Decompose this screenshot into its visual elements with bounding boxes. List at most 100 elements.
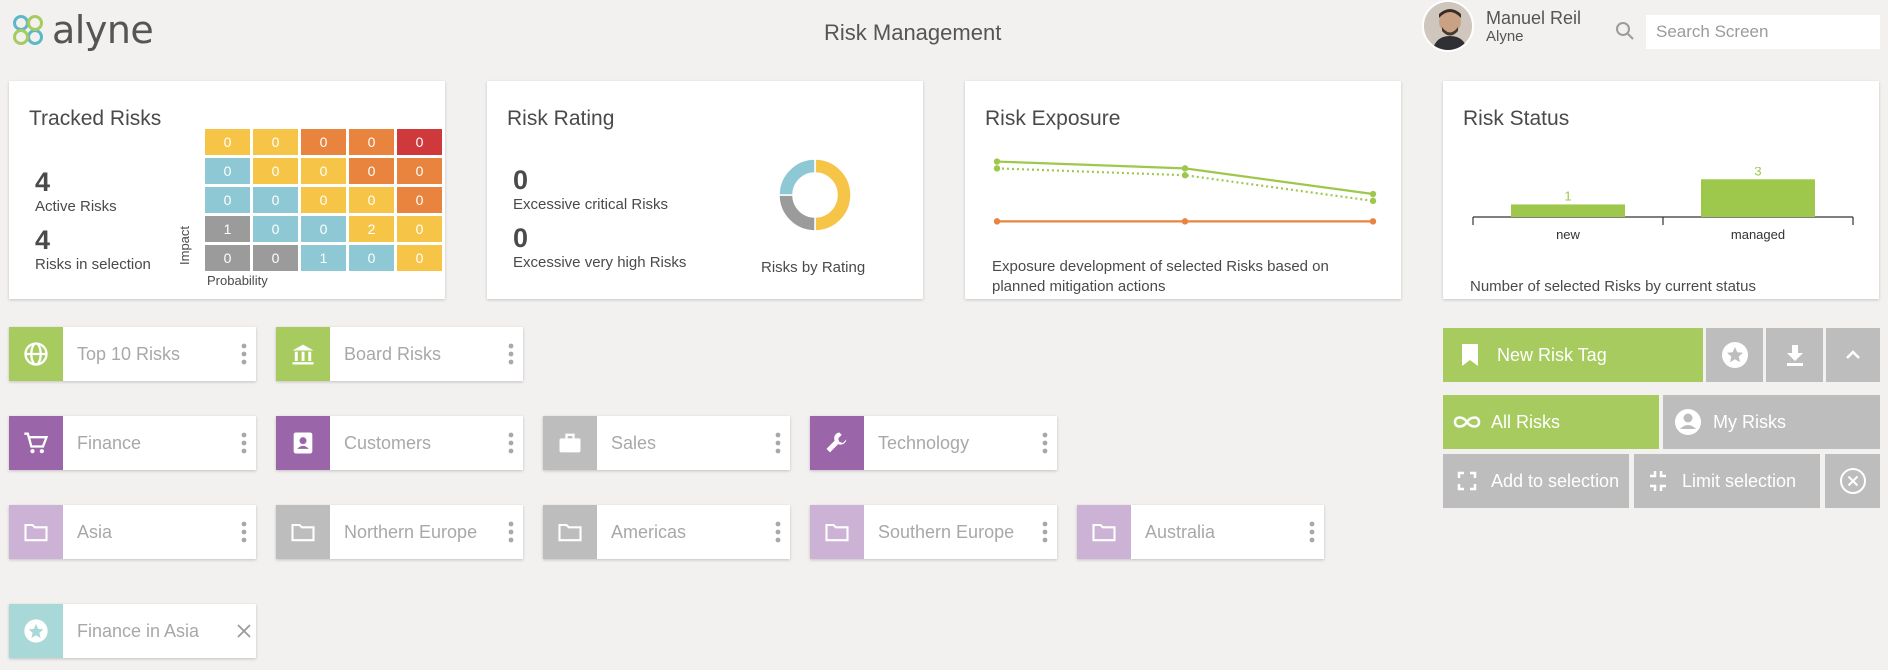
- risk-heat-matrix[interactable]: 0000000000000001002000100: [205, 129, 442, 271]
- new-risk-tag-button[interactable]: New Risk Tag: [1443, 328, 1703, 382]
- risk-tag-tile[interactable]: Top 10 Risks: [9, 327, 256, 381]
- user-profile[interactable]: Manuel Reil Alyne: [1422, 0, 1581, 52]
- more-vertical-icon[interactable]: [499, 505, 523, 559]
- heat-cell[interactable]: 0: [205, 245, 250, 271]
- risk-status-card[interactable]: Risk Status 1 new 3 managed Number of selec…: [1443, 81, 1879, 299]
- avatar[interactable]: [1422, 0, 1474, 52]
- tile-label: Customers: [344, 432, 432, 453]
- heat-cell[interactable]: 0: [253, 158, 298, 184]
- heat-cell[interactable]: 0: [349, 129, 394, 155]
- heat-cell[interactable]: 2: [349, 216, 394, 242]
- heat-cell[interactable]: 0: [301, 187, 346, 213]
- limit-selection-button[interactable]: Limit selection: [1634, 454, 1820, 508]
- heat-cell[interactable]: 0: [205, 158, 250, 184]
- rating-donut-chart[interactable]: [771, 151, 859, 239]
- favorite-button[interactable]: [1706, 328, 1763, 382]
- heat-cell[interactable]: 0: [349, 245, 394, 271]
- exposure-caption-line1: Exposure development of selected Risks b…: [992, 258, 1329, 275]
- heat-cell[interactable]: 0: [397, 245, 442, 271]
- more-vertical-icon[interactable]: [1033, 416, 1057, 470]
- tile-label: Top 10 Risks: [77, 343, 181, 364]
- heat-cell[interactable]: 0: [253, 129, 298, 155]
- add-to-selection-button[interactable]: Add to selection: [1443, 454, 1629, 508]
- wrench-icon: [810, 416, 864, 470]
- risk-tag-tile[interactable]: Technology: [810, 416, 1057, 470]
- heat-cell[interactable]: 1: [301, 245, 346, 271]
- risk-tag-tile[interactable]: Board Risks: [276, 327, 523, 381]
- tile-label: Finance in Asia: [77, 620, 200, 641]
- heat-cell[interactable]: 0: [253, 187, 298, 213]
- search-input[interactable]: [1646, 15, 1880, 49]
- folder-icon: [276, 505, 330, 559]
- risk-tag-tile[interactable]: Asia: [9, 505, 256, 559]
- heat-cell[interactable]: 0: [349, 158, 394, 184]
- selection-risks-label: Risks in selection: [35, 256, 151, 273]
- exposure-caption: Exposure development of selected Risks b…: [992, 257, 1329, 297]
- risk-rating-card[interactable]: Risk Rating 0 Excessive critical Risks 0…: [487, 81, 923, 299]
- exposure-caption-line2: planned mitigation actions: [992, 278, 1166, 295]
- tile-label: Sales: [611, 432, 657, 453]
- risk-exposure-card[interactable]: Risk Exposure Exposure development of se…: [965, 81, 1401, 299]
- heat-cell[interactable]: 0: [349, 187, 394, 213]
- my-risks-label: My Risks: [1713, 411, 1786, 432]
- more-vertical-icon[interactable]: [232, 416, 256, 470]
- more-vertical-icon[interactable]: [499, 327, 523, 381]
- card-title: Risk Rating: [507, 107, 615, 130]
- all-risks-button[interactable]: All Risks: [1443, 395, 1659, 449]
- search-icon[interactable]: [1614, 20, 1636, 47]
- exposure-line-chart[interactable]: [985, 147, 1385, 253]
- more-vertical-icon[interactable]: [232, 505, 256, 559]
- risk-tag-tile[interactable]: Southern Europe: [810, 505, 1057, 559]
- clear-selection-button[interactable]: [1825, 454, 1880, 508]
- heat-cell[interactable]: 0: [205, 129, 250, 155]
- more-vertical-icon[interactable]: [232, 327, 256, 381]
- exposure-point: [1369, 190, 1377, 198]
- compress-icon: [1650, 471, 1666, 491]
- exposure-point: [1369, 218, 1377, 225]
- exposure-point: [1369, 197, 1377, 205]
- card-title: Risk Exposure: [985, 107, 1121, 130]
- download-button[interactable]: [1766, 328, 1823, 382]
- risk-tag-tile[interactable]: Finance in Asia: [9, 604, 256, 658]
- heat-cell[interactable]: 0: [397, 187, 442, 213]
- tile-label: Asia: [77, 521, 113, 542]
- heat-cell[interactable]: 0: [397, 129, 442, 155]
- heat-cell[interactable]: 1: [205, 216, 250, 242]
- collapse-button[interactable]: [1826, 328, 1880, 382]
- more-vertical-icon[interactable]: [1033, 505, 1057, 559]
- risk-tag-tile[interactable]: Sales: [543, 416, 790, 470]
- risk-tag-tile[interactable]: Customers: [276, 416, 523, 470]
- more-vertical-icon[interactable]: [499, 416, 523, 470]
- status-bar-chart[interactable]: 1 new 3 managed: [1463, 167, 1863, 247]
- heat-cell[interactable]: 0: [253, 216, 298, 242]
- bookmark-icon: [1462, 344, 1478, 366]
- heat-cell[interactable]: 0: [301, 158, 346, 184]
- risk-tag-tile[interactable]: Finance: [9, 416, 256, 470]
- risk-tag-tile[interactable]: Australia: [1077, 505, 1324, 559]
- veryhigh-risks-label: Excessive very high Risks: [513, 254, 687, 271]
- expand-icon: [1457, 471, 1477, 491]
- more-vertical-icon[interactable]: [766, 505, 790, 559]
- my-risks-button[interactable]: My Risks: [1663, 395, 1880, 449]
- active-risks-count: 4: [35, 167, 51, 197]
- briefcase-icon: [543, 416, 597, 470]
- heat-cell[interactable]: 0: [253, 245, 298, 271]
- heat-cell[interactable]: 0: [301, 216, 346, 242]
- logo-text: alyne: [52, 8, 154, 52]
- more-vertical-icon[interactable]: [766, 416, 790, 470]
- risk-tag-tile[interactable]: Americas: [543, 505, 790, 559]
- risk-tag-tile[interactable]: Northern Europe: [276, 505, 523, 559]
- heat-cell[interactable]: 0: [397, 216, 442, 242]
- probability-axis-label: Probability: [207, 273, 268, 288]
- tile-label: Finance: [77, 432, 142, 453]
- heat-cell[interactable]: 0: [205, 187, 250, 213]
- close-icon[interactable]: [232, 604, 256, 658]
- heat-cell[interactable]: 0: [301, 129, 346, 155]
- alyne-logo[interactable]: alyne: [8, 8, 154, 52]
- heat-cell[interactable]: 0: [397, 158, 442, 184]
- chevron-up-icon: [1846, 350, 1860, 359]
- more-vertical-icon[interactable]: [1300, 505, 1324, 559]
- exposure-point: [1181, 218, 1189, 225]
- tracked-risks-card[interactable]: Tracked Risks 4 Active Risks 4 Risks in …: [9, 81, 445, 299]
- cart-icon: [9, 416, 63, 470]
